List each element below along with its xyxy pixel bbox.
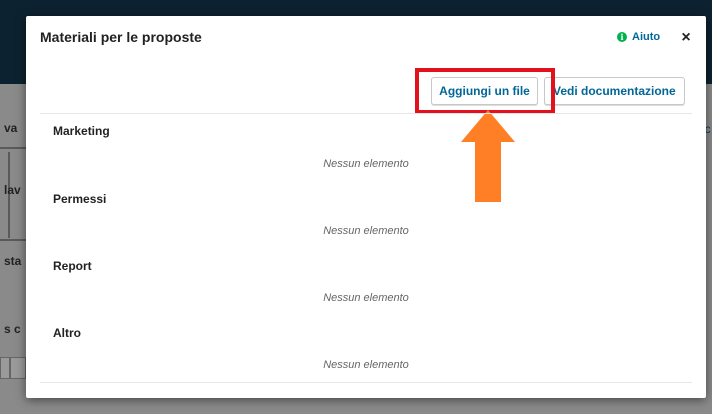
background-text-fragment: s c bbox=[4, 322, 21, 336]
background-field bbox=[10, 357, 26, 379]
background-text-fragment: lav bbox=[4, 183, 21, 197]
files-grid bbox=[40, 113, 692, 114]
grid-bottom-divider bbox=[40, 382, 692, 383]
background-field bbox=[0, 357, 10, 379]
empty-row-marketing: Nessun elemento bbox=[323, 158, 409, 170]
help-link[interactable]: i Aiuto bbox=[617, 31, 660, 43]
category-title-permessi: Permessi bbox=[53, 192, 107, 206]
category-title-report: Report bbox=[53, 259, 92, 273]
background-divider bbox=[0, 239, 26, 241]
background-text-fragment: va bbox=[4, 121, 18, 135]
info-icon: i bbox=[617, 32, 627, 42]
close-icon[interactable]: × bbox=[678, 30, 694, 46]
background-text-fragment: sta bbox=[4, 254, 22, 268]
category-title-altro: Altro bbox=[53, 326, 81, 340]
arrow-up-icon bbox=[461, 110, 515, 202]
submission-materials-modal: Materiali per le proposte i Aiuto × Aggi… bbox=[26, 16, 706, 398]
empty-row-report: Nessun elemento bbox=[323, 292, 409, 304]
category-title-marketing: Marketing bbox=[53, 124, 110, 138]
help-label: Aiuto bbox=[632, 31, 661, 43]
empty-row-altro: Nessun elemento bbox=[323, 359, 409, 371]
empty-row-permessi: Nessun elemento bbox=[323, 225, 409, 237]
view-documentation-button[interactable]: Vedi documentazione bbox=[544, 77, 685, 105]
modal-title: Materiali per le proposte bbox=[40, 29, 202, 45]
background-divider bbox=[0, 147, 26, 149]
highlight-annotation-box bbox=[415, 68, 555, 114]
